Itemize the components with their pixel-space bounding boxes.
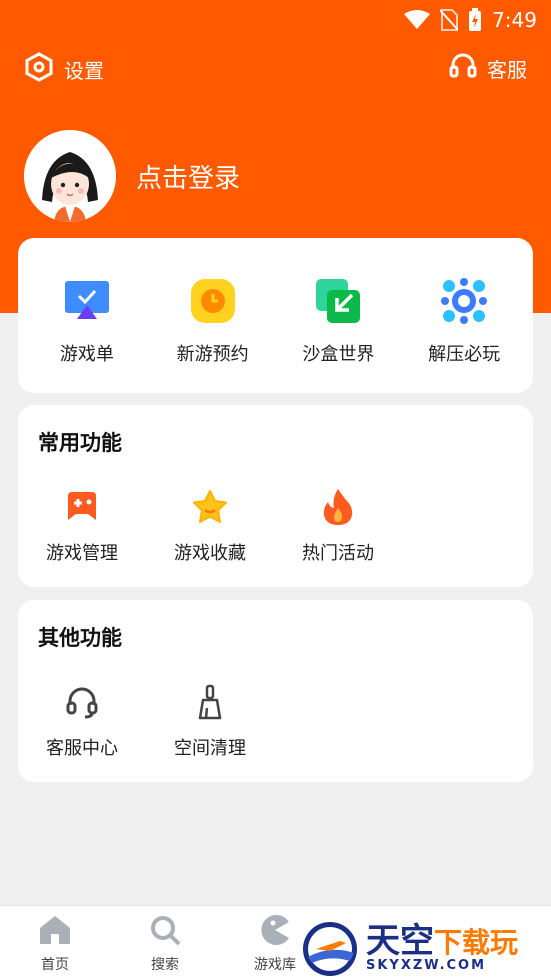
star-icon (190, 487, 230, 527)
avatar[interactable] (24, 130, 116, 222)
settings-button[interactable]: 设置 (24, 52, 104, 87)
cluster-icon (439, 276, 489, 326)
customer-service-label: 客服 (487, 58, 527, 82)
common-item-label: 游戏管理 (46, 543, 118, 564)
no-sim-icon (440, 9, 459, 31)
quick-access-card: 游戏单 新游预约 沙盒世界 解压必玩 (18, 238, 533, 393)
top-row: 设置 客服 (0, 52, 551, 88)
headset-icon (62, 682, 102, 722)
quick-item-new-reservation[interactable]: 新游预约 (153, 276, 273, 366)
wifi-icon (404, 10, 431, 30)
sandbox-icon (313, 276, 363, 326)
settings-label: 设置 (64, 59, 104, 83)
nav-label: 游戏库 (254, 957, 296, 973)
common-item-game-favorites[interactable]: 游戏收藏 (146, 487, 274, 565)
section-title: 常用功能 (38, 431, 122, 455)
quick-item-label: 新游预约 (176, 344, 249, 365)
common-item-label: 游戏收藏 (174, 543, 246, 564)
quick-item-stress-relief[interactable]: 解压必玩 (404, 276, 524, 366)
quick-item-label: 解压必玩 (428, 344, 501, 365)
settings-hex-icon (24, 52, 54, 87)
nav-item-search[interactable]: 搜索 (130, 914, 200, 974)
section-title: 其他功能 (38, 626, 122, 650)
nav-label: 搜索 (151, 957, 179, 973)
customer-service-button[interactable]: 客服 (449, 52, 527, 85)
watermark-logo: 天空下载玩 SKYXZW.COM (300, 918, 551, 979)
pacman-icon (259, 914, 291, 950)
playlist-icon (62, 276, 112, 326)
common-item-hot-events[interactable]: 热门活动 (274, 487, 402, 565)
other-item-customer-service[interactable]: 客服中心 (18, 682, 146, 760)
watermark-globe-icon (303, 921, 357, 976)
quick-item-game-list[interactable]: 游戏单 (27, 276, 147, 366)
other-item-label: 客服中心 (46, 738, 118, 759)
headset-icon (449, 52, 477, 85)
search-icon (149, 914, 181, 950)
flame-icon (318, 487, 358, 527)
watermark-sub-text: 下载玩 (434, 926, 519, 959)
common-functions-card: 常用功能 游戏管理 游戏收藏 热门活动 (18, 405, 533, 587)
quick-item-sandbox-world[interactable]: 沙盒世界 (278, 276, 398, 366)
nav-label: 首页 (41, 957, 69, 973)
broom-icon (190, 682, 230, 722)
watermark-main-text: 天空 (366, 921, 434, 961)
clock-icon (188, 276, 238, 326)
quick-item-label: 沙盒世界 (302, 344, 375, 365)
other-item-label: 空间清理 (174, 738, 246, 759)
common-item-game-management[interactable]: 游戏管理 (18, 487, 146, 565)
home-icon (38, 914, 72, 950)
quick-item-label: 游戏单 (59, 344, 114, 365)
other-functions-card: 其他功能 客服中心 空间清理 (18, 600, 533, 782)
status-time: 7:49 (492, 8, 537, 32)
common-item-label: 热门活动 (302, 543, 374, 564)
nav-item-home[interactable]: 首页 (20, 914, 90, 974)
login-link[interactable]: 点击登录 (136, 158, 240, 195)
battery-charging-icon (468, 8, 482, 32)
gamepad-icon (62, 487, 102, 527)
status-bar: 7:49 (0, 0, 551, 40)
other-item-space-cleanup[interactable]: 空间清理 (146, 682, 274, 760)
watermark-url-text: SKYXZW.COM (366, 958, 487, 973)
profile-section[interactable]: 点击登录 (24, 130, 240, 222)
